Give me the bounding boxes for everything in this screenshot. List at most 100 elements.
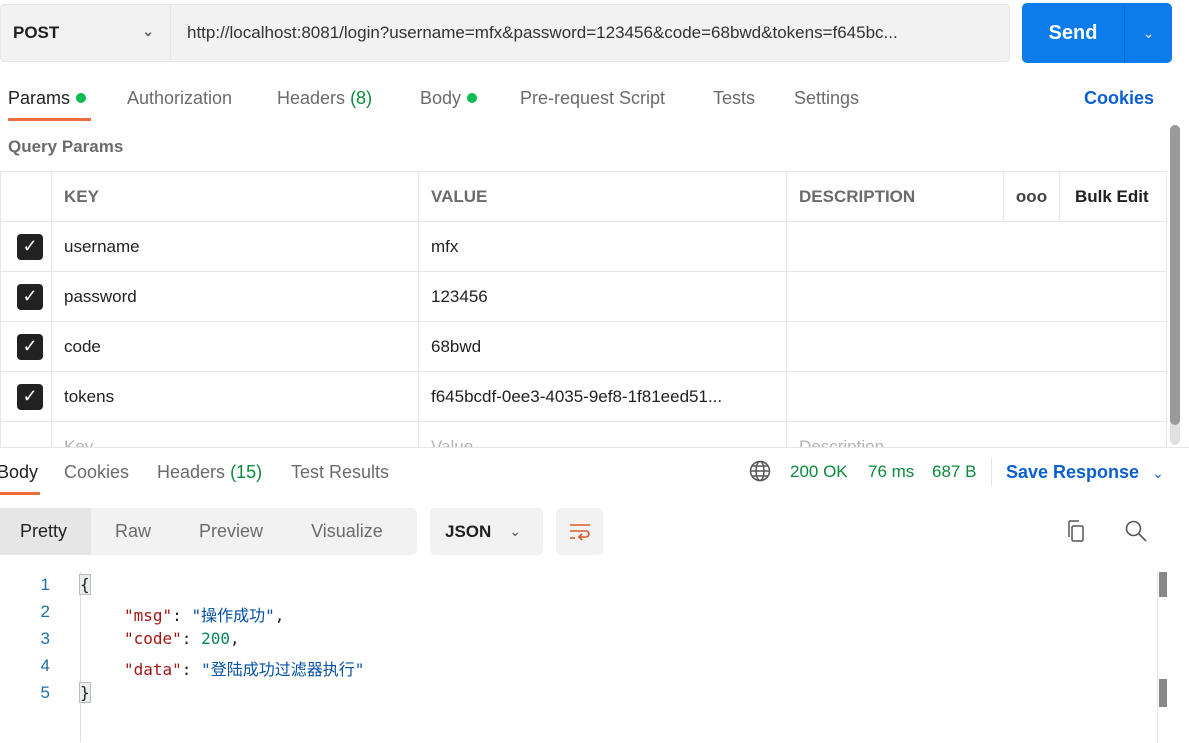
checkbox-column [0,171,52,222]
tab-body[interactable]: Body [420,88,478,109]
checkbox-checked-icon[interactable]: ✓ [17,283,43,310]
table-row: ✓ password 123456 [0,271,1167,322]
line-number: 1 [40,575,50,594]
json-string: "操作成功" [191,606,275,625]
json-key: "msg" [124,606,173,625]
key-header: KEY [51,171,419,222]
description-header: DESCRIPTION [786,171,1004,222]
tab-settings[interactable]: Settings [794,88,859,109]
resp-tab-body[interactable]: Body [0,462,38,483]
new-description-input[interactable]: Description [786,421,1167,447]
divider [991,458,992,486]
view-preview[interactable]: Preview [175,508,287,555]
tab-headers[interactable]: Headers (8) [277,88,372,109]
param-value[interactable]: 68bwd [418,321,787,372]
json-key: "code" [124,629,182,648]
param-value[interactable]: mfx [418,221,787,272]
tab-params[interactable]: Params [8,88,87,109]
method-select[interactable]: POST ⌄ [0,4,170,62]
new-key-input[interactable]: Key [51,421,419,447]
param-value[interactable]: 123456 [418,271,787,322]
chevron-down-icon: ⌄ [142,23,154,39]
query-params-title: Query Params [8,137,124,156]
response-size[interactable]: 687 B [932,462,976,482]
tab-label: Body [420,88,462,108]
tab-label: Headers [277,88,346,108]
code-brace-open[interactable]: { [79,574,91,595]
url-input[interactable]: http://localhost:8081/login?username=mfx… [170,4,1010,62]
param-key[interactable]: username [51,221,419,272]
active-tab-underline [8,118,91,121]
checkbox-checked-icon[interactable]: ✓ [17,383,43,410]
table-row: ✓ code 68bwd [0,321,1167,372]
param-description[interactable] [786,271,1167,322]
param-description[interactable] [786,221,1167,272]
active-dot-icon [467,93,478,103]
code-brace-close[interactable]: } [79,682,91,703]
response-scrollbar[interactable] [1157,572,1167,743]
search-icon[interactable] [1124,519,1148,548]
more-options-icon[interactable]: ooo [1003,171,1060,222]
resp-tab-cookies[interactable]: Cookies [64,462,129,483]
code-line-code[interactable]: "code": 200, [124,629,240,648]
view-raw[interactable]: Raw [91,508,175,555]
scrollbar-thumb[interactable] [1170,125,1180,425]
params-table: KEY VALUE DESCRIPTION ooo Bulk Edit ✓ usernam… [0,171,1167,447]
new-value-input[interactable]: Value [418,421,787,447]
code-line-msg[interactable]: "msg": "操作成功", [124,602,284,626]
view-mode-segmented: Pretty Raw Preview Visualize [0,508,417,555]
cookies-link[interactable]: Cookies [1084,88,1154,109]
method-label: POST [13,23,60,42]
tab-authorization[interactable]: Authorization [127,88,232,109]
globe-icon[interactable] [749,460,771,487]
response-time[interactable]: 76 ms [868,462,914,482]
json-number: 200 [201,629,230,648]
table-row: ✓ tokens f645bcdf-0ee3-4035-9ef8-1f81eed51… [0,371,1167,422]
active-dot-icon [76,93,87,103]
resp-tab-test-results[interactable]: Test Results [291,462,389,483]
wrap-lines-icon[interactable] [556,508,603,555]
table-row-new: Key Value Description [0,421,1167,447]
headers-count: (8) [350,88,373,108]
chevron-down-icon: ⌄ [1152,465,1164,481]
param-key[interactable]: password [51,271,419,322]
tab-pre-request-script[interactable]: Pre-request Script [520,88,665,109]
active-resp-tab-underline [0,492,40,495]
param-key[interactable]: tokens [51,371,419,422]
checkbox-checked-icon[interactable]: ✓ [17,233,43,260]
format-label: JSON [445,521,492,541]
json-key: "data" [124,660,182,679]
line-number: 2 [40,602,50,621]
send-button[interactable]: Send ⌄ [1022,3,1172,63]
param-value[interactable]: f645bcdf-0ee3-4035-9ef8-1f81eed51... [418,371,787,422]
scroll-marker [1159,572,1167,597]
param-description[interactable] [786,321,1167,372]
scroll-marker [1159,679,1167,707]
tab-label: Headers [157,462,226,482]
chevron-down-icon: ⌄ [509,523,522,539]
send-options-chevron-icon[interactable]: ⌄ [1125,3,1172,63]
view-pretty[interactable]: Pretty [0,508,92,555]
tab-tests[interactable]: Tests [713,88,755,109]
bulk-edit-button[interactable]: Bulk Edit [1059,171,1167,222]
line-number: 4 [40,656,50,675]
save-response-label: Save Response [1006,462,1140,482]
code-gutter [80,572,81,742]
format-select[interactable]: JSON ⌄ [430,508,543,555]
params-scrollbar[interactable] [1170,125,1180,445]
checkbox-checked-icon[interactable]: ✓ [17,333,43,360]
view-visualize[interactable]: Visualize [287,508,407,555]
save-response-button[interactable]: Save Response ⌄ [1006,462,1164,483]
pane-divider[interactable] [0,447,1189,448]
send-label: Send [1022,3,1125,63]
value-header: VALUE [418,171,787,222]
json-string: "登陆成功过滤器执行" [201,660,365,679]
param-key[interactable]: code [51,321,419,372]
copy-icon[interactable] [1064,519,1088,548]
resp-tab-headers[interactable]: Headers (15) [157,462,262,483]
code-line-data[interactable]: "data": "登陆成功过滤器执行" [124,656,364,680]
status-code[interactable]: 200 OK [790,462,848,482]
table-row: ✓ username mfx [0,221,1167,272]
tab-label: Params [8,88,71,108]
param-description[interactable] [786,371,1167,422]
